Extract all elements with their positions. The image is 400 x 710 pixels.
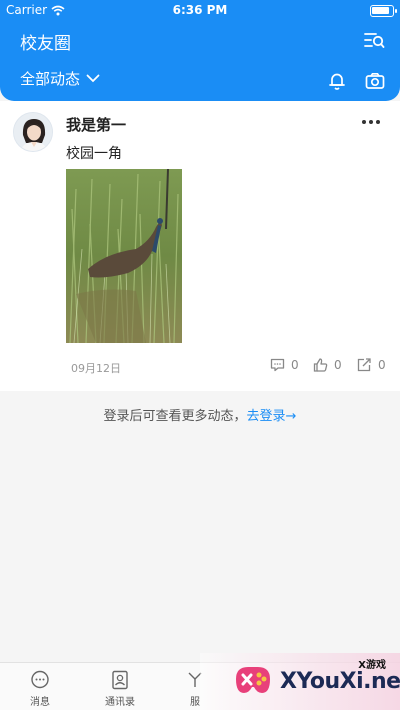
contacts-book-icon — [112, 670, 128, 690]
search-list-button[interactable] — [361, 28, 387, 54]
search-list-icon — [364, 33, 385, 48]
like-button[interactable]: 0 — [313, 358, 342, 372]
tab-contacts-label: 通讯录 — [105, 697, 135, 708]
camera-button[interactable] — [362, 68, 388, 94]
feed-post-card: 我是第一 校园一角 09月12日 0 0 0 — [0, 101, 400, 391]
message-bubble-icon — [31, 670, 49, 689]
tab-contacts[interactable]: 通讯录 — [90, 670, 150, 708]
tab-messages[interactable]: 消息 — [10, 670, 70, 708]
post-username[interactable]: 我是第一 — [66, 114, 126, 135]
status-time: 6:36 PM — [172, 3, 228, 17]
gamepad-logo-icon — [236, 667, 270, 693]
app-header: Carrier 6:36 PM 校友圈 全部动态 — [0, 0, 400, 101]
tab-service-label: 服 — [190, 697, 200, 708]
thumbs-up-icon — [313, 358, 328, 372]
login-link[interactable]: 去登录→ — [247, 409, 297, 424]
comment-button[interactable]: 0 — [270, 358, 299, 372]
more-options-button[interactable] — [360, 114, 382, 130]
share-button[interactable]: 0 — [357, 358, 386, 372]
status-bar: Carrier 6:36 PM — [0, 0, 400, 22]
more-dots-icon — [362, 120, 380, 124]
watermark-site-text: XYouXi.net — [280, 669, 400, 694]
bell-icon — [329, 73, 345, 90]
share-icon — [357, 358, 371, 372]
chevron-down-icon — [86, 74, 100, 83]
user-avatar-image — [14, 113, 52, 151]
peacock-grass-photo — [66, 169, 182, 343]
feed-filter-label: 全部动态 — [20, 70, 81, 88]
comment-count: 0 — [291, 358, 299, 372]
post-photo[interactable] — [66, 169, 182, 343]
page-title: 校友圈 — [20, 34, 71, 54]
share-count: 0 — [378, 358, 386, 372]
avatar[interactable] — [13, 112, 53, 152]
login-prompt-text: 登录后可查看更多动态， — [103, 409, 247, 424]
feed-filter-dropdown[interactable]: 全部动态 — [20, 68, 100, 89]
notifications-button[interactable] — [324, 68, 350, 94]
post-date: 09月12日 — [71, 362, 121, 375]
battery-icon — [370, 5, 397, 17]
login-prompt: 登录后可查看更多动态，去登录→ — [0, 405, 400, 424]
site-watermark: X游戏 XYouXi.net — [200, 653, 400, 710]
camera-icon — [365, 72, 385, 89]
tab-messages-label: 消息 — [30, 697, 50, 708]
post-content: 校园一角 — [66, 146, 122, 162]
like-count: 0 — [334, 358, 342, 372]
comment-icon — [270, 358, 285, 372]
